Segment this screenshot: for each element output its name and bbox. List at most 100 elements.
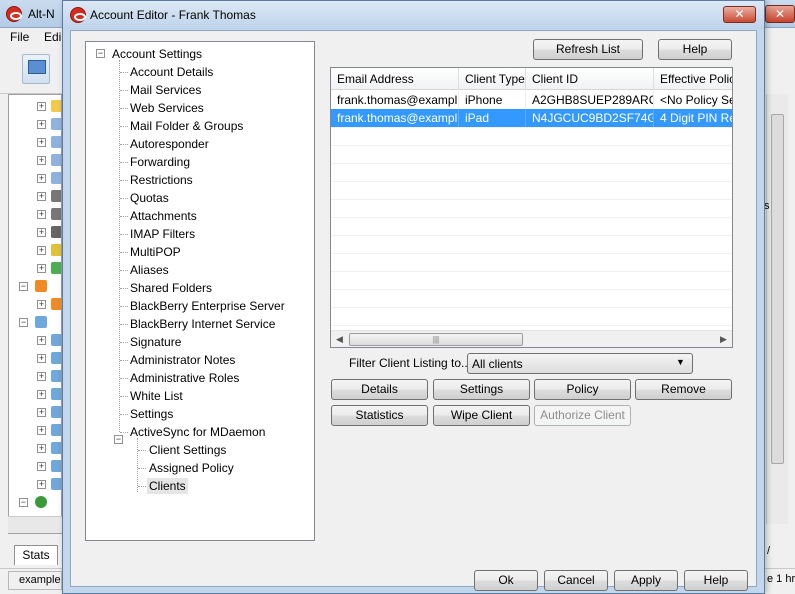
tree-item-multipop[interactable]: MultiPOP: [128, 244, 183, 260]
column-client-type[interactable]: Client Type: [459, 68, 526, 90]
expand-icon[interactable]: +: [37, 264, 46, 273]
tree-item-shared-folders[interactable]: Shared Folders: [128, 280, 214, 296]
menu-file[interactable]: File: [10, 30, 29, 44]
policy-button[interactable]: Policy: [534, 379, 631, 400]
filter-client-dropdown[interactable]: All clients ▼: [467, 353, 693, 374]
tree-item-clients[interactable]: Clients: [147, 478, 188, 494]
expand-icon[interactable]: +: [37, 444, 46, 453]
user-icon: [51, 298, 61, 310]
tree-item-white-list[interactable]: White List: [128, 388, 185, 404]
column-client-id[interactable]: Client ID: [526, 68, 654, 90]
remove-button[interactable]: Remove: [635, 379, 732, 400]
envelope-icon: [51, 460, 61, 472]
expand-icon[interactable]: +: [37, 246, 46, 255]
tree-item-aliases[interactable]: Aliases: [128, 262, 171, 278]
settings-button[interactable]: Settings: [433, 379, 530, 400]
wipe-client-button[interactable]: Wipe Client: [433, 405, 530, 426]
shield-icon: [51, 244, 61, 256]
expand-icon[interactable]: +: [37, 156, 46, 165]
background-tree-hscrollbar[interactable]: [8, 516, 62, 533]
authorize-client-button[interactable]: Authorize Client: [534, 405, 631, 426]
collapse-icon[interactable]: −: [114, 435, 123, 444]
grid-line: [331, 289, 732, 290]
tree-item-account-settings[interactable]: Account Settings: [110, 46, 204, 62]
help-bottom-button[interactable]: Help: [684, 570, 748, 591]
cell-effective-policy: <No Policy Set: [654, 91, 732, 109]
expand-icon[interactable]: +: [37, 228, 46, 237]
close-button[interactable]: ✕: [723, 6, 756, 23]
tree-item-administrative-roles[interactable]: Administrative Roles: [128, 370, 241, 386]
toolbar-monitor-icon[interactable]: [22, 54, 50, 84]
tree-item-autoresponder[interactable]: Autoresponder: [128, 136, 211, 152]
expand-icon[interactable]: +: [37, 390, 46, 399]
cell-client-type: iPad: [459, 109, 526, 127]
tree-item-mail-services[interactable]: Mail Services: [128, 82, 203, 98]
tree-item-signature[interactable]: Signature: [128, 334, 183, 350]
apply-button[interactable]: Apply: [614, 570, 678, 591]
expand-icon[interactable]: +: [37, 336, 46, 345]
tree-item-account-details[interactable]: Account Details: [128, 64, 215, 80]
status-time: e 1 hrs: [767, 573, 795, 585]
grid-line: [331, 325, 732, 326]
grid-line: [331, 235, 732, 236]
tree-item-mail-folder-groups[interactable]: Mail Folder & Groups: [128, 118, 245, 134]
grid-line: [331, 253, 732, 254]
details-button[interactable]: Details: [331, 379, 428, 400]
tree-item-quotas[interactable]: Quotas: [128, 190, 171, 206]
background-close-button[interactable]: ✕: [765, 5, 795, 23]
help-top-button[interactable]: Help: [658, 39, 732, 60]
shield-icon: [51, 262, 61, 274]
table-row-selected[interactable]: frank.thomas@exampl... iPad N4JGCUC9BD2S…: [331, 109, 732, 127]
expand-icon[interactable]: +: [37, 102, 46, 111]
tree-item-web-services[interactable]: Web Services: [128, 100, 206, 116]
tree-item-attachments[interactable]: Attachments: [128, 208, 199, 224]
scroll-left-arrow-icon[interactable]: ◀: [331, 331, 348, 347]
tree-item-client-settings[interactable]: Client Settings: [147, 442, 228, 458]
expand-icon[interactable]: +: [37, 354, 46, 363]
expand-icon[interactable]: +: [37, 408, 46, 417]
expand-icon[interactable]: +: [37, 174, 46, 183]
background-right-scrollbar[interactable]: [766, 94, 788, 524]
tree-item-settings[interactable]: Settings: [128, 406, 175, 422]
expand-icon[interactable]: +: [37, 462, 46, 471]
tree-item-imap-filters[interactable]: IMAP Filters: [128, 226, 197, 242]
cancel-button[interactable]: Cancel: [544, 570, 608, 591]
tree-item-restrictions[interactable]: Restrictions: [128, 172, 195, 188]
expand-icon[interactable]: +: [37, 480, 46, 489]
scroll-right-arrow-icon[interactable]: ▶: [715, 331, 732, 347]
collapse-icon[interactable]: −: [96, 49, 105, 58]
cell-client-type: iPhone: [459, 91, 526, 109]
column-email-address[interactable]: Email Address: [331, 68, 459, 90]
expand-icon[interactable]: +: [37, 426, 46, 435]
listview-hscrollbar[interactable]: ◀ ||| ▶: [331, 330, 732, 347]
expand-icon[interactable]: +: [37, 138, 46, 147]
tree-item-blackberry-enterprise-server[interactable]: BlackBerry Enterprise Server: [128, 298, 287, 314]
expand-icon[interactable]: +: [37, 372, 46, 381]
envelope-icon: [35, 316, 47, 328]
expand-icon[interactable]: +: [37, 300, 46, 309]
tree-item-blackberry-internet-service[interactable]: BlackBerry Internet Service: [128, 316, 277, 332]
tree-item-activesync-for-mdaemon[interactable]: ActiveSync for MDaemon: [128, 424, 267, 440]
statistics-button[interactable]: Statistics: [331, 405, 428, 426]
scroll-thumb[interactable]: [771, 114, 784, 464]
database-icon: [51, 154, 61, 166]
table-row[interactable]: frank.thomas@exampl... iPhone A2GHB8SUEP…: [331, 91, 732, 109]
clients-listview[interactable]: Email Address Client Type Client ID Effe…: [330, 67, 733, 348]
collapse-icon[interactable]: −: [19, 498, 28, 507]
collapse-icon[interactable]: −: [19, 318, 28, 327]
column-effective-policy[interactable]: Effective Policy: [654, 68, 732, 90]
scroll-thumb[interactable]: |||: [349, 333, 523, 346]
database-icon: [51, 136, 61, 148]
envelope-icon: [51, 352, 61, 364]
expand-icon[interactable]: +: [37, 210, 46, 219]
tree-item-assigned-policy[interactable]: Assigned Policy: [147, 460, 236, 476]
ok-button[interactable]: Ok: [474, 570, 538, 591]
expand-icon[interactable]: +: [37, 120, 46, 129]
expand-icon[interactable]: +: [37, 192, 46, 201]
refresh-list-button[interactable]: Refresh List: [533, 39, 643, 60]
collapse-icon[interactable]: −: [19, 282, 28, 291]
tree-item-administrator-notes[interactable]: Administrator Notes: [128, 352, 237, 368]
tab-stats[interactable]: Stats: [14, 545, 58, 565]
tree-item-forwarding[interactable]: Forwarding: [128, 154, 192, 170]
menu-edit[interactable]: Edi: [44, 30, 61, 44]
